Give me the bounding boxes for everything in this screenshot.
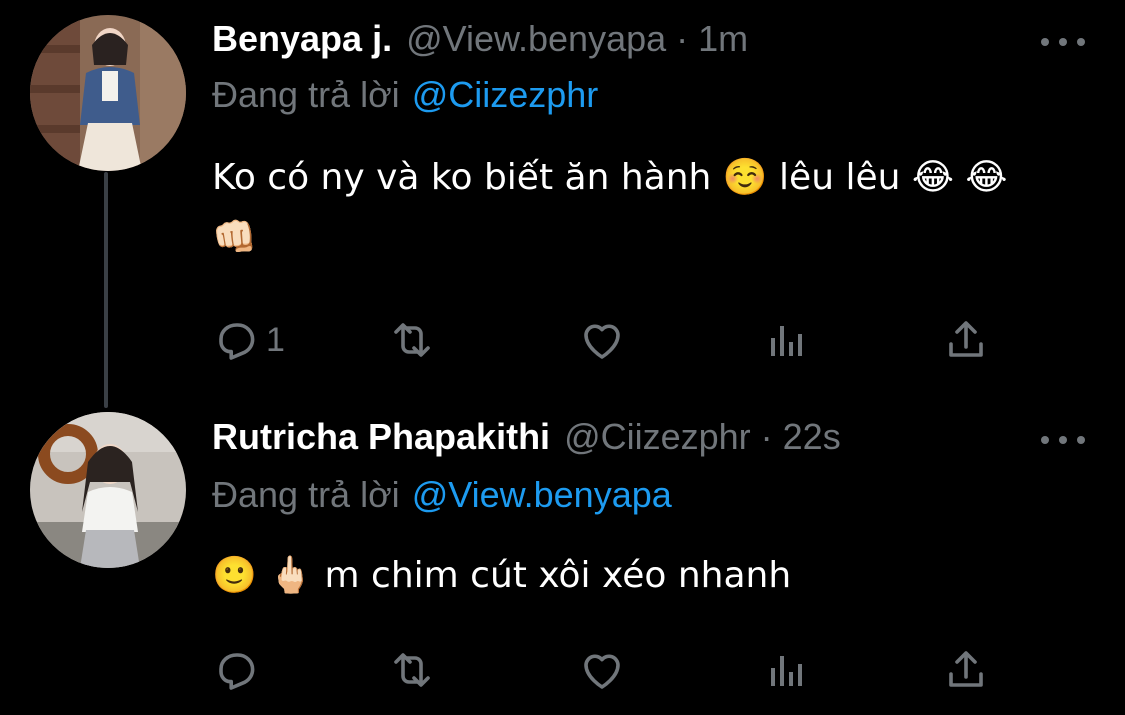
- avatar-rutricha[interactable]: [30, 412, 186, 568]
- like-button[interactable]: [578, 645, 626, 695]
- replying-to-label: Đang trả lời: [212, 474, 400, 515]
- tweet-actions: 1: [212, 315, 1012, 365]
- tweet-text-line: Ko có ny và ko biết ăn hành ☺️ lêu lêu 😂…: [212, 157, 1008, 198]
- user-handle[interactable]: @View.benyapa: [406, 18, 666, 60]
- tweet-text-line: 👊🏻: [212, 217, 257, 258]
- like-icon: [584, 324, 620, 359]
- reply-icon: [219, 323, 255, 360]
- avatar-benyapa[interactable]: [30, 15, 186, 171]
- separator-dot: ·: [676, 18, 689, 59]
- share-button[interactable]: [942, 315, 990, 365]
- retweet-button[interactable]: [388, 315, 436, 365]
- replying-to: Đang trả lời @View.benyapa: [212, 474, 672, 516]
- like-button[interactable]: [578, 315, 626, 365]
- share-button[interactable]: [942, 645, 990, 695]
- more-dot-icon: [1077, 38, 1085, 46]
- tweet-header: Rutricha Phapakithi @Ciizezphr · 22s: [212, 416, 841, 466]
- timestamp[interactable]: 1m: [698, 18, 748, 60]
- retweet-button[interactable]: [388, 645, 436, 695]
- avatar-image: [30, 15, 186, 171]
- more-dot-icon: [1059, 436, 1067, 444]
- reply-button[interactable]: [212, 645, 260, 695]
- more-options-button[interactable]: [1041, 430, 1085, 450]
- views-button[interactable]: [762, 645, 810, 695]
- replying-to-mention[interactable]: @View.benyapa: [412, 474, 672, 515]
- retweet-icon: [394, 323, 430, 357]
- reply-count: 1: [266, 320, 285, 359]
- avatar-image: [30, 412, 186, 568]
- display-name[interactable]: Rutricha Phapakithi: [212, 416, 550, 458]
- separator-dot: ·: [760, 416, 773, 457]
- more-dot-icon: [1041, 436, 1049, 444]
- replying-to: Đang trả lời @Ciizezphr: [212, 74, 598, 116]
- views-icon: [771, 326, 802, 356]
- tweet-text: Ko có ny và ko biết ăn hành ☺️ lêu lêu 😂…: [212, 148, 1092, 268]
- tweet-text: 🙂 🖕🏻 m chim cút xôi xéo nhanh: [212, 546, 1092, 606]
- share-icon: [949, 651, 983, 687]
- more-options-button[interactable]: [1041, 32, 1085, 52]
- more-dot-icon: [1041, 38, 1049, 46]
- like-icon: [584, 654, 620, 689]
- replying-to-mention[interactable]: @Ciizezphr: [412, 74, 599, 115]
- reply-button[interactable]: 1: [212, 315, 285, 365]
- tweet-header: Benyapa j. @View.benyapa · 1m: [212, 18, 748, 68]
- tweet-actions: [212, 645, 1012, 695]
- tweet-benyapa[interactable]: Benyapa j. @View.benyapa · 1m Đang trả l…: [0, 0, 1125, 400]
- tweet-rutricha[interactable]: Rutricha Phapakithi @Ciizezphr · 22s Đan…: [0, 400, 1125, 715]
- share-icon: [949, 321, 983, 357]
- views-button[interactable]: [762, 315, 810, 365]
- tweet-text-line: 🙂 🖕🏻 m chim cút xôi xéo nhanh: [212, 555, 792, 596]
- user-handle[interactable]: @Ciizezphr: [564, 416, 751, 458]
- retweet-icon: [394, 653, 430, 687]
- reply-icon: [219, 653, 255, 690]
- views-icon: [771, 656, 802, 686]
- display-name[interactable]: Benyapa j.: [212, 18, 392, 60]
- more-dot-icon: [1059, 38, 1067, 46]
- timestamp[interactable]: 22s: [783, 416, 841, 458]
- replying-to-label: Đang trả lời: [212, 74, 400, 115]
- more-dot-icon: [1077, 436, 1085, 444]
